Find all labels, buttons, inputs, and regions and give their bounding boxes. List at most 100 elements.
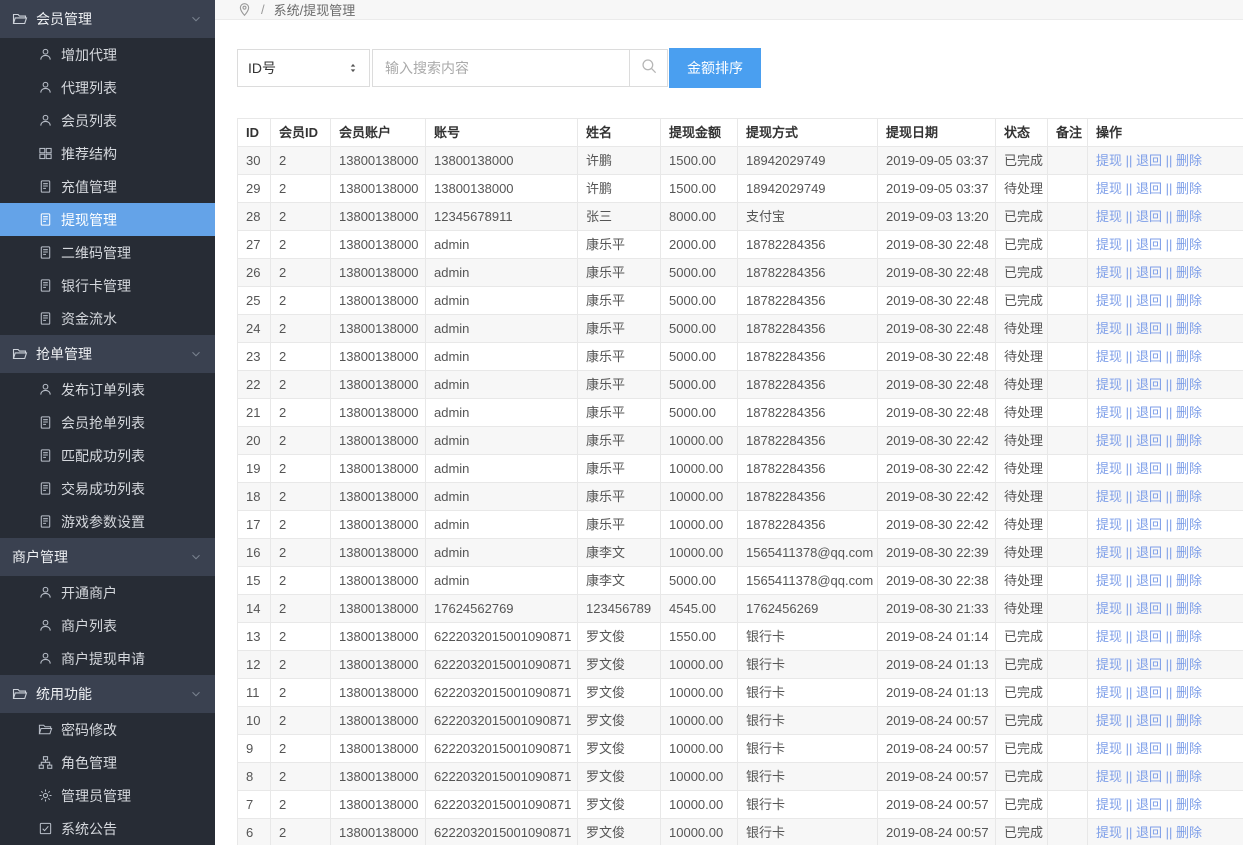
action-link-退回[interactable]: 退回 bbox=[1136, 825, 1162, 840]
sidebar-item-资金流水[interactable]: 资金流水 bbox=[0, 302, 215, 335]
action-link-提现[interactable]: 提现 bbox=[1096, 405, 1122, 420]
action-link-删除[interactable]: 删除 bbox=[1176, 769, 1202, 784]
action-link-删除[interactable]: 删除 bbox=[1176, 685, 1202, 700]
action-link-提现[interactable]: 提现 bbox=[1096, 713, 1122, 728]
action-link-删除[interactable]: 删除 bbox=[1176, 797, 1202, 812]
action-link-提现[interactable]: 提现 bbox=[1096, 349, 1122, 364]
action-link-删除[interactable]: 删除 bbox=[1176, 237, 1202, 252]
action-link-提现[interactable]: 提现 bbox=[1096, 209, 1122, 224]
action-link-提现[interactable]: 提现 bbox=[1096, 517, 1122, 532]
action-link-提现[interactable]: 提现 bbox=[1096, 153, 1122, 168]
action-link-退回[interactable]: 退回 bbox=[1136, 713, 1162, 728]
sidebar-item-增加代理[interactable]: 增加代理 bbox=[0, 38, 215, 71]
sidebar-item-交易成功列表[interactable]: 交易成功列表 bbox=[0, 472, 215, 505]
amount-sort-button[interactable]: 金额排序 bbox=[669, 48, 761, 88]
action-link-提现[interactable]: 提现 bbox=[1096, 377, 1122, 392]
action-link-提现[interactable]: 提现 bbox=[1096, 433, 1122, 448]
action-link-提现[interactable]: 提现 bbox=[1096, 685, 1122, 700]
action-link-提现[interactable]: 提现 bbox=[1096, 601, 1122, 616]
action-link-提现[interactable]: 提现 bbox=[1096, 181, 1122, 196]
action-link-提现[interactable]: 提现 bbox=[1096, 741, 1122, 756]
sidebar-item-角色管理[interactable]: 角色管理 bbox=[0, 746, 215, 779]
action-link-退回[interactable]: 退回 bbox=[1136, 601, 1162, 616]
action-link-提现[interactable]: 提现 bbox=[1096, 461, 1122, 476]
action-link-退回[interactable]: 退回 bbox=[1136, 769, 1162, 784]
action-link-退回[interactable]: 退回 bbox=[1136, 321, 1162, 336]
action-link-删除[interactable]: 删除 bbox=[1176, 545, 1202, 560]
sidebar-item-商户提现申请[interactable]: 商户提现申请 bbox=[0, 642, 215, 675]
search-button[interactable] bbox=[630, 49, 668, 87]
action-link-删除[interactable]: 删除 bbox=[1176, 265, 1202, 280]
sidebar-item-会员列表[interactable]: 会员列表 bbox=[0, 104, 215, 137]
action-link-退回[interactable]: 退回 bbox=[1136, 573, 1162, 588]
action-link-退回[interactable]: 退回 bbox=[1136, 405, 1162, 420]
action-link-删除[interactable]: 删除 bbox=[1176, 573, 1202, 588]
action-link-退回[interactable]: 退回 bbox=[1136, 293, 1162, 308]
action-link-退回[interactable]: 退回 bbox=[1136, 545, 1162, 560]
action-link-退回[interactable]: 退回 bbox=[1136, 265, 1162, 280]
action-link-退回[interactable]: 退回 bbox=[1136, 489, 1162, 504]
action-link-提现[interactable]: 提现 bbox=[1096, 573, 1122, 588]
action-link-删除[interactable]: 删除 bbox=[1176, 377, 1202, 392]
sidebar-item-提现管理[interactable]: 提现管理 bbox=[0, 203, 215, 236]
action-link-提现[interactable]: 提现 bbox=[1096, 545, 1122, 560]
sidebar-item-管理员管理[interactable]: 管理员管理 bbox=[0, 779, 215, 812]
action-link-退回[interactable]: 退回 bbox=[1136, 741, 1162, 756]
action-link-提现[interactable]: 提现 bbox=[1096, 825, 1122, 840]
filter-type-select[interactable]: ID号 bbox=[237, 49, 370, 87]
sidebar-section-0[interactable]: 会员管理 bbox=[0, 0, 215, 38]
action-link-删除[interactable]: 删除 bbox=[1176, 489, 1202, 504]
action-link-删除[interactable]: 删除 bbox=[1176, 741, 1202, 756]
action-link-提现[interactable]: 提现 bbox=[1096, 489, 1122, 504]
action-link-删除[interactable]: 删除 bbox=[1176, 349, 1202, 364]
sidebar-section-2[interactable]: 商户管理 bbox=[0, 538, 215, 576]
action-link-删除[interactable]: 删除 bbox=[1176, 405, 1202, 420]
action-link-退回[interactable]: 退回 bbox=[1136, 153, 1162, 168]
sidebar-item-银行卡管理[interactable]: 银行卡管理 bbox=[0, 269, 215, 302]
action-link-退回[interactable]: 退回 bbox=[1136, 657, 1162, 672]
sidebar-item-代理列表[interactable]: 代理列表 bbox=[0, 71, 215, 104]
action-link-退回[interactable]: 退回 bbox=[1136, 181, 1162, 196]
sidebar-section-3[interactable]: 统用功能 bbox=[0, 675, 215, 713]
action-link-删除[interactable]: 删除 bbox=[1176, 517, 1202, 532]
action-link-删除[interactable]: 删除 bbox=[1176, 209, 1202, 224]
action-link-删除[interactable]: 删除 bbox=[1176, 293, 1202, 308]
action-link-提现[interactable]: 提现 bbox=[1096, 797, 1122, 812]
action-link-删除[interactable]: 删除 bbox=[1176, 657, 1202, 672]
action-link-退回[interactable]: 退回 bbox=[1136, 517, 1162, 532]
sidebar-section-1[interactable]: 抢单管理 bbox=[0, 335, 215, 373]
action-link-删除[interactable]: 删除 bbox=[1176, 153, 1202, 168]
sidebar-item-游戏参数设置[interactable]: 游戏参数设置 bbox=[0, 505, 215, 538]
action-link-退回[interactable]: 退回 bbox=[1136, 237, 1162, 252]
action-link-提现[interactable]: 提现 bbox=[1096, 657, 1122, 672]
sidebar-item-二维码管理[interactable]: 二维码管理 bbox=[0, 236, 215, 269]
sidebar-item-开通商户[interactable]: 开通商户 bbox=[0, 576, 215, 609]
action-link-删除[interactable]: 删除 bbox=[1176, 713, 1202, 728]
action-link-删除[interactable]: 删除 bbox=[1176, 601, 1202, 616]
sidebar-item-充值管理[interactable]: 充值管理 bbox=[0, 170, 215, 203]
sidebar-item-系统公告[interactable]: 系统公告 bbox=[0, 812, 215, 845]
sidebar-item-推荐结构[interactable]: 推荐结构 bbox=[0, 137, 215, 170]
action-link-提现[interactable]: 提现 bbox=[1096, 629, 1122, 644]
action-link-提现[interactable]: 提现 bbox=[1096, 237, 1122, 252]
action-link-删除[interactable]: 删除 bbox=[1176, 433, 1202, 448]
sidebar-item-商户列表[interactable]: 商户列表 bbox=[0, 609, 215, 642]
action-link-提现[interactable]: 提现 bbox=[1096, 293, 1122, 308]
action-link-退回[interactable]: 退回 bbox=[1136, 433, 1162, 448]
sidebar-item-匹配成功列表[interactable]: 匹配成功列表 bbox=[0, 439, 215, 472]
action-link-提现[interactable]: 提现 bbox=[1096, 321, 1122, 336]
action-link-提现[interactable]: 提现 bbox=[1096, 265, 1122, 280]
action-link-退回[interactable]: 退回 bbox=[1136, 685, 1162, 700]
action-link-删除[interactable]: 删除 bbox=[1176, 825, 1202, 840]
action-link-提现[interactable]: 提现 bbox=[1096, 769, 1122, 784]
action-link-退回[interactable]: 退回 bbox=[1136, 797, 1162, 812]
action-link-删除[interactable]: 删除 bbox=[1176, 461, 1202, 476]
action-link-删除[interactable]: 删除 bbox=[1176, 629, 1202, 644]
action-link-退回[interactable]: 退回 bbox=[1136, 629, 1162, 644]
sidebar-item-发布订单列表[interactable]: 发布订单列表 bbox=[0, 373, 215, 406]
action-link-退回[interactable]: 退回 bbox=[1136, 377, 1162, 392]
action-link-退回[interactable]: 退回 bbox=[1136, 349, 1162, 364]
action-link-删除[interactable]: 删除 bbox=[1176, 181, 1202, 196]
action-link-删除[interactable]: 删除 bbox=[1176, 321, 1202, 336]
sidebar-item-会员抢单列表[interactable]: 会员抢单列表 bbox=[0, 406, 215, 439]
